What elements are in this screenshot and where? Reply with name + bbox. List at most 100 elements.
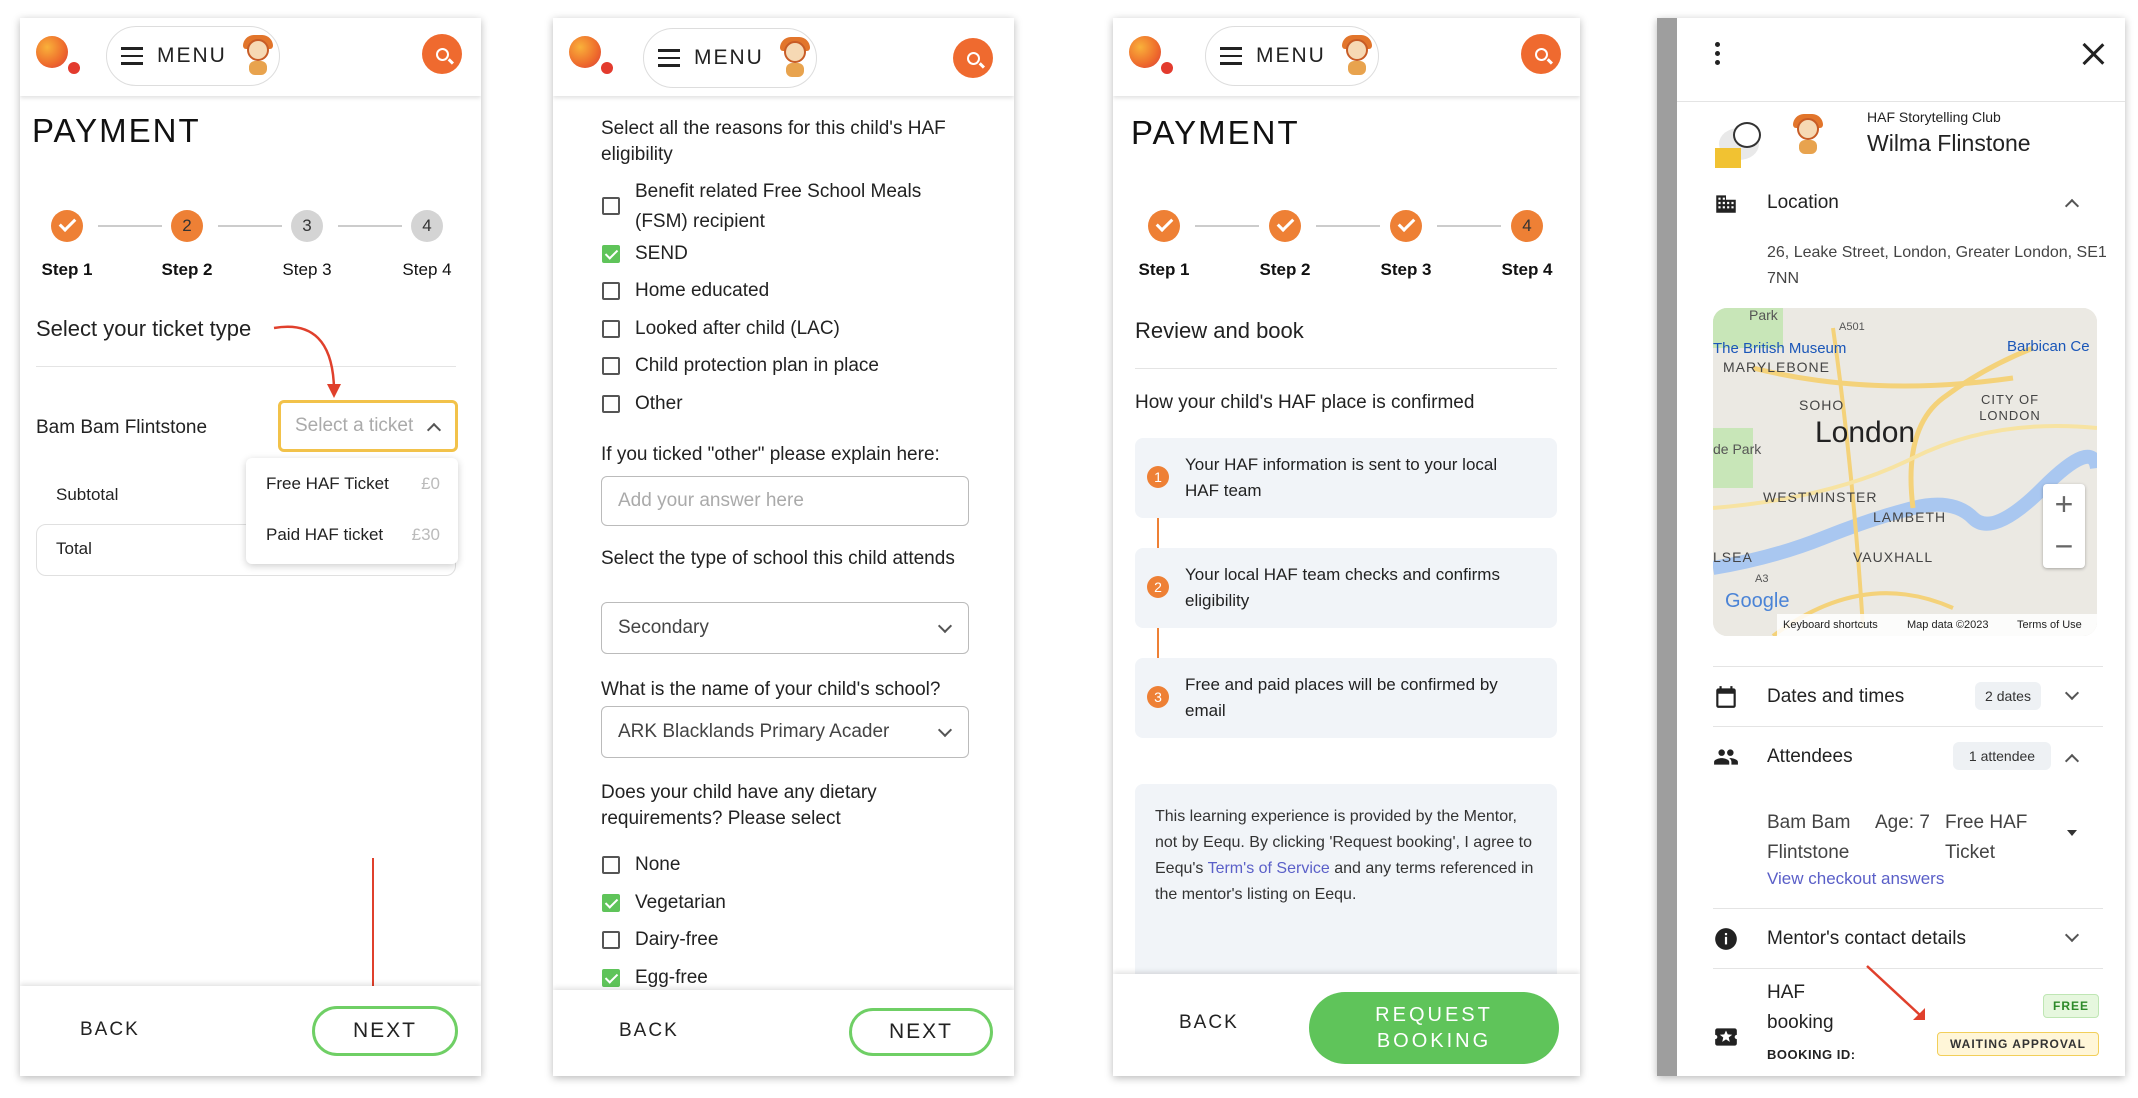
annotation-arrow bbox=[273, 325, 341, 398]
zoom-out-button[interactable]: − bbox=[2043, 526, 2085, 568]
dates-badge: 2 dates bbox=[1975, 682, 2041, 710]
attendee-age: Age: 7 bbox=[1875, 812, 1930, 833]
checkbox-protection-plan[interactable] bbox=[602, 357, 620, 375]
chevron-down-icon[interactable] bbox=[2064, 927, 2080, 943]
menu-button[interactable]: MENU bbox=[643, 28, 817, 88]
menu-label: MENU bbox=[157, 44, 227, 67]
checkbox-dairy-free[interactable] bbox=[602, 931, 620, 949]
backdrop-edge bbox=[1657, 18, 1677, 1076]
booking-title: HAF booking bbox=[1767, 982, 1834, 1033]
mentor-name: Wilma Flinstone bbox=[1867, 130, 2031, 156]
next-button[interactable]: NEXT bbox=[849, 1008, 993, 1056]
location-map[interactable]: Park The British Museum Barbican Ce MARY… bbox=[1713, 308, 2097, 636]
label-send: SEND bbox=[635, 243, 688, 264]
step-1: Step 1 bbox=[27, 210, 107, 280]
booking-details-panel: HAF Storytelling Club Wilma Flinstone Lo… bbox=[1657, 18, 2125, 1076]
chevron-up-icon bbox=[426, 422, 442, 438]
zoom-in-button[interactable]: + bbox=[2043, 484, 2085, 526]
search-button[interactable] bbox=[953, 38, 993, 78]
map-attribution: Keyboard shortcuts Map data ©2023 Terms … bbox=[1777, 614, 2097, 636]
how-confirmed-title: How your child's HAF place is confirmed bbox=[1135, 392, 1475, 413]
people-icon bbox=[1714, 749, 1738, 765]
label-lac: Looked after child (LAC) bbox=[635, 318, 840, 339]
attendees-badge: 1 attendee bbox=[1953, 742, 2051, 770]
step-2: 2 Step 2 bbox=[147, 210, 227, 280]
q-school-type: Select the type of school this child att… bbox=[601, 548, 955, 569]
chevron-down-icon[interactable] bbox=[2064, 685, 2080, 701]
chevron-up-icon[interactable] bbox=[2064, 198, 2080, 214]
next-button[interactable]: NEXT bbox=[312, 1006, 458, 1056]
option-free-ticket[interactable]: Free HAF Ticket £0 bbox=[246, 458, 458, 510]
terms-of-service-link[interactable]: Term's of Service bbox=[1208, 860, 1330, 877]
club-name: HAF Storytelling Club bbox=[1867, 109, 2001, 125]
label-dairy-free: Dairy-free bbox=[635, 929, 719, 950]
eligibility-form-screen: MENU Select all the reasons for this chi… bbox=[553, 18, 1014, 1076]
step-3: 3 Step 3 bbox=[267, 210, 347, 280]
app-logo[interactable] bbox=[569, 36, 619, 76]
total-label: Total bbox=[56, 539, 92, 558]
school-type-select[interactable]: Secondary bbox=[601, 602, 969, 654]
address: 26, Leake Street, London, Greater London… bbox=[1767, 244, 2107, 287]
check-icon bbox=[51, 210, 83, 242]
q-school-name: What is the name of your child's school? bbox=[601, 679, 941, 700]
chevron-down-icon bbox=[937, 618, 953, 634]
checkbox-home-educated[interactable] bbox=[602, 282, 620, 300]
label-home-educated: Home educated bbox=[635, 280, 770, 301]
menu-button[interactable]: MENU bbox=[106, 26, 280, 86]
chevron-down-icon bbox=[937, 722, 953, 738]
back-button[interactable]: BACK bbox=[1179, 1012, 1239, 1034]
check-icon bbox=[1269, 210, 1301, 242]
app-logo[interactable] bbox=[1129, 36, 1179, 76]
app-logo[interactable] bbox=[36, 36, 86, 76]
search-button[interactable] bbox=[422, 34, 462, 74]
checkbox-other[interactable] bbox=[602, 395, 620, 413]
back-button[interactable]: BACK bbox=[80, 1019, 140, 1041]
checkbox-egg-free[interactable] bbox=[602, 969, 620, 987]
menu-label: MENU bbox=[694, 46, 764, 69]
mascot-icon bbox=[239, 35, 277, 77]
annotation-arrow-status bbox=[1866, 965, 1925, 1020]
q-other-explain: If you ticked "other" please explain her… bbox=[601, 444, 940, 465]
chevron-up-icon[interactable] bbox=[2064, 753, 2080, 769]
check-icon bbox=[1148, 210, 1180, 242]
checkbox-vegetarian[interactable] bbox=[602, 894, 620, 912]
footer-nav: BACK NEXT bbox=[20, 986, 481, 1076]
request-booking-button[interactable]: REQUEST BOOKING bbox=[1309, 992, 1559, 1064]
step-2: Step 2 bbox=[1245, 210, 1325, 280]
label-other: Other bbox=[635, 393, 683, 414]
q-dietary: Does your child have any dietary require… bbox=[601, 782, 877, 829]
checkbox-fsm[interactable] bbox=[602, 197, 620, 215]
mascot-icon bbox=[1338, 35, 1376, 77]
building-icon bbox=[1716, 195, 1736, 213]
more-vert-icon[interactable] bbox=[1715, 42, 1721, 66]
back-button[interactable]: BACK bbox=[619, 1020, 679, 1042]
booking-id-label: BOOKING ID: bbox=[1767, 1047, 1856, 1062]
dates-label: Dates and times bbox=[1767, 686, 1905, 707]
app-header: MENU bbox=[553, 18, 1014, 96]
menu-button[interactable]: MENU bbox=[1205, 26, 1379, 86]
label-vegetarian: Vegetarian bbox=[635, 892, 726, 913]
footer-nav: BACK REQUEST BOOKING bbox=[1113, 974, 1580, 1076]
school-name-select[interactable]: ARK Blacklands Primary Acader bbox=[601, 706, 969, 758]
mentor-contact-label: Mentor's contact details bbox=[1767, 928, 1966, 949]
checkbox-none[interactable] bbox=[602, 856, 620, 874]
search-icon bbox=[966, 51, 980, 65]
attendees-label: Attendees bbox=[1767, 746, 1853, 767]
status-badge: WAITING APPROVAL bbox=[1937, 1032, 2099, 1056]
search-button[interactable] bbox=[1521, 34, 1561, 74]
view-checkout-answers-link[interactable]: View checkout answers bbox=[1767, 866, 1944, 892]
checkbox-send[interactable] bbox=[602, 245, 620, 263]
free-tag: FREE bbox=[2043, 994, 2099, 1018]
section-title: Select your ticket type bbox=[36, 316, 252, 341]
option-paid-ticket[interactable]: Paid HAF ticket £30 bbox=[246, 510, 458, 562]
label-none: None bbox=[635, 854, 681, 875]
checkbox-lac[interactable] bbox=[602, 320, 620, 338]
check-icon bbox=[1390, 210, 1422, 242]
close-icon[interactable] bbox=[2081, 42, 2105, 66]
ticket-select[interactable]: Select a ticket bbox=[278, 400, 458, 452]
dropdown-arrow-icon[interactable] bbox=[2067, 830, 2077, 836]
label-fsm: Benefit related Free School Meals (FSM) … bbox=[635, 181, 922, 232]
search-icon bbox=[435, 47, 449, 61]
label-egg-free: Egg-free bbox=[635, 967, 708, 988]
other-explain-input[interactable]: Add your answer here bbox=[601, 476, 969, 526]
